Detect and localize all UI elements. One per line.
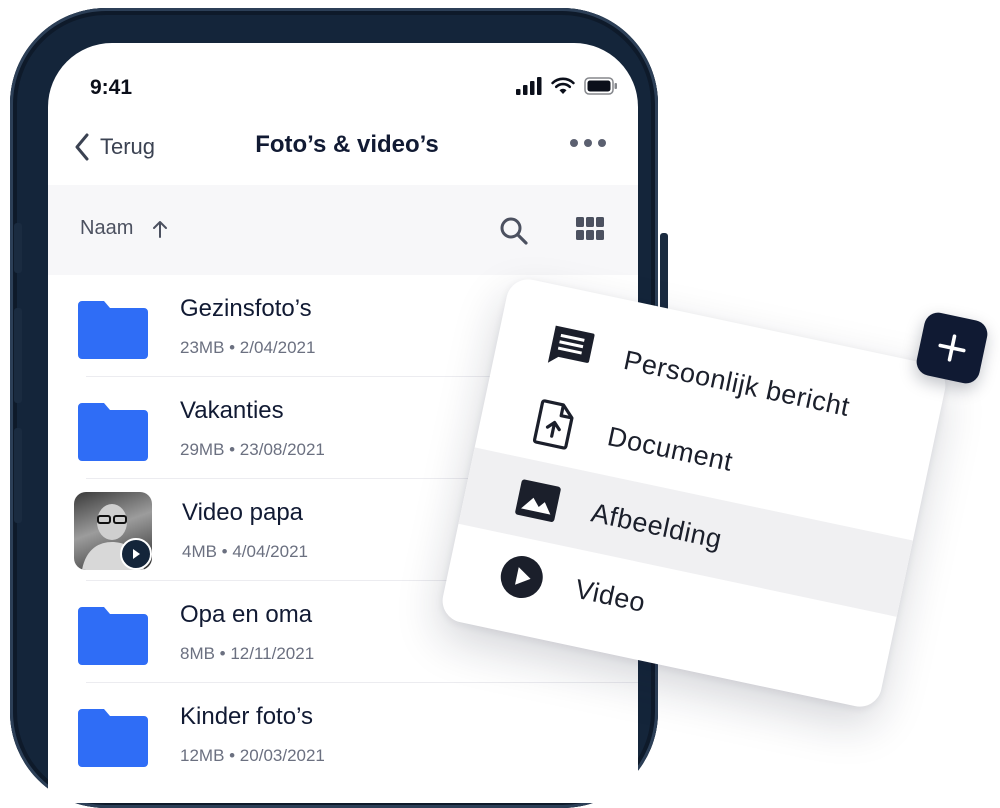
menu-label: Document [604, 420, 736, 477]
more-options-button[interactable] [570, 139, 606, 147]
item-meta: 29MB • 23/08/2021 [180, 440, 325, 459]
item-meta: 4MB • 4/04/2021 [182, 542, 308, 561]
page-title: Foto’s & video’s [255, 131, 439, 158]
signal-icon [516, 77, 542, 95]
item-meta: 8MB • 12/11/2021 [180, 644, 315, 663]
folder-icon [78, 709, 148, 767]
document-upload-icon [525, 395, 584, 454]
menu-label: Afbeelding [588, 497, 725, 554]
item-name: Gezinsfoto’s [180, 295, 312, 322]
volume-down-button [14, 428, 22, 523]
item-name: Opa en oma [180, 601, 313, 628]
toolbar: Naam [48, 185, 638, 275]
video-badge [120, 538, 152, 570]
add-button[interactable] [914, 310, 990, 386]
mute-switch [14, 223, 22, 273]
play-icon [133, 549, 140, 559]
grid-view-button[interactable] [576, 217, 604, 246]
item-meta: 23MB • 2/04/2021 [180, 338, 316, 357]
wifi-icon [551, 77, 575, 94]
list-item[interactable]: Kinder foto’s 12MB • 20/03/2021 [48, 683, 638, 785]
arrow-up-icon [153, 220, 168, 238]
menu-label: Video [572, 573, 649, 618]
more-dot [584, 139, 592, 147]
status-time: 9:41 [90, 76, 133, 99]
sort-label: Naam [80, 217, 134, 239]
item-name: Video papa [182, 499, 304, 526]
plus-icon [938, 334, 966, 362]
message-icon [541, 318, 600, 377]
folder-icon [78, 607, 148, 665]
item-name: Vakanties [180, 397, 284, 424]
status-bar: 9:41 [48, 43, 638, 123]
volume-up-button [14, 308, 22, 403]
sort-button[interactable]: Naam [80, 217, 169, 240]
nav-bar: Terug Foto’s & video’s [48, 123, 638, 173]
folder-icon [78, 403, 148, 461]
search-icon [500, 217, 528, 245]
more-dots-icon [570, 139, 578, 147]
status-icons [516, 77, 618, 95]
grid-icon [576, 217, 604, 240]
item-name: Kinder foto’s [180, 703, 313, 730]
image-icon [508, 471, 567, 530]
item-meta: 12MB • 20/03/2021 [180, 746, 325, 765]
play-circle-icon [492, 547, 551, 606]
folder-icon [78, 301, 148, 359]
search-button[interactable] [498, 215, 530, 252]
more-dot [598, 139, 606, 147]
battery-icon [584, 77, 617, 95]
